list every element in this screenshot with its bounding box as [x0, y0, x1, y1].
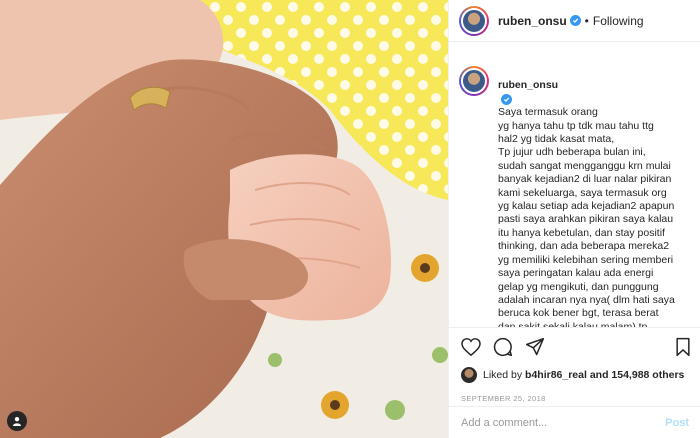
caption-line: hal2 yg tidak kasat mata, [498, 133, 615, 146]
caption-line: yg kalau setiap ada kejadian2 apapun [498, 200, 675, 213]
username-link[interactable]: ruben_onsu [498, 14, 567, 28]
likes-summary: Liked by b4hir86_real and 154,988 others [461, 367, 691, 383]
photo-image [0, 0, 448, 438]
post-photo[interactable] [0, 0, 448, 438]
caption-line: Saya termasuk orang [498, 106, 598, 119]
caption-text: ruben_onsu Saya termasuk orang yg hanya t… [498, 66, 688, 327]
caption-line: beruca kok bener bgt, terasa berat [498, 307, 659, 320]
caption-line: Tp jujur udh beberapa bulan ini, [498, 146, 646, 159]
verified-badge-icon [569, 15, 581, 26]
caption-line: yg memiliki kelebihan sering memberi [498, 253, 674, 266]
action-icons [461, 336, 691, 358]
comment-input[interactable] [461, 416, 666, 429]
post-actions: Liked by b4hir86_real and 154,988 others… [449, 327, 700, 403]
separator: • [584, 13, 589, 28]
caption-line: adalah incaran nya nya( dlm hati saya [498, 293, 675, 306]
comment-icon[interactable] [493, 337, 513, 357]
avatar[interactable] [459, 66, 489, 96]
avatar[interactable] [459, 5, 489, 36]
post-date[interactable]: SEPTEMBER 25, 2018 [461, 394, 691, 403]
bookmark-icon[interactable] [675, 337, 691, 357]
share-icon[interactable] [525, 337, 545, 357]
user-tag-icon[interactable] [7, 411, 27, 431]
post-side-panel: ruben_onsu • Following ruben_onsu Saya t… [448, 0, 700, 438]
caption-line: kami sekeluarga, saya termasuk org [498, 186, 667, 199]
caption-body: Saya termasuk orang yg hanya tahu tp tdk … [498, 106, 675, 327]
caption-line: itu hanya kebetulan, dan stay positif [498, 226, 665, 239]
post-comment-button[interactable]: Post [665, 417, 689, 429]
post-header: ruben_onsu • Following [449, 0, 700, 42]
caption-line: yg hanya tahu tp tdk mau tahu ttg [498, 119, 654, 132]
caption-line: pasti saya arahkan pikiran saya kalau [498, 213, 674, 226]
verified-badge-icon [501, 93, 512, 105]
likes-count-link[interactable]: and 154,988 others [590, 369, 685, 381]
comment-box: Post [449, 406, 700, 438]
caption-username[interactable]: ruben_onsu [498, 79, 558, 91]
caption-line: gelap yg mengikuti, dan punggung [498, 280, 659, 293]
follow-status-button[interactable]: Following [593, 14, 644, 28]
likes-prefix: Liked by [483, 369, 523, 381]
caption-line: sudah sangat mengganggu krn mulai [498, 159, 671, 172]
liked-by-user-link[interactable]: b4hir86_real [525, 369, 587, 381]
heart-icon[interactable] [461, 338, 481, 356]
liker-avatar[interactable] [461, 367, 477, 383]
caption-area: ruben_onsu Saya termasuk orang yg hanya t… [449, 42, 700, 327]
caption-line: thinking, dan ada beberapa mereka2 [498, 240, 670, 253]
caption-line: saya peringatan kalau ada energi [498, 267, 654, 280]
caption-line: banyak kejadian2 di luar nalar pikiran [498, 173, 672, 186]
